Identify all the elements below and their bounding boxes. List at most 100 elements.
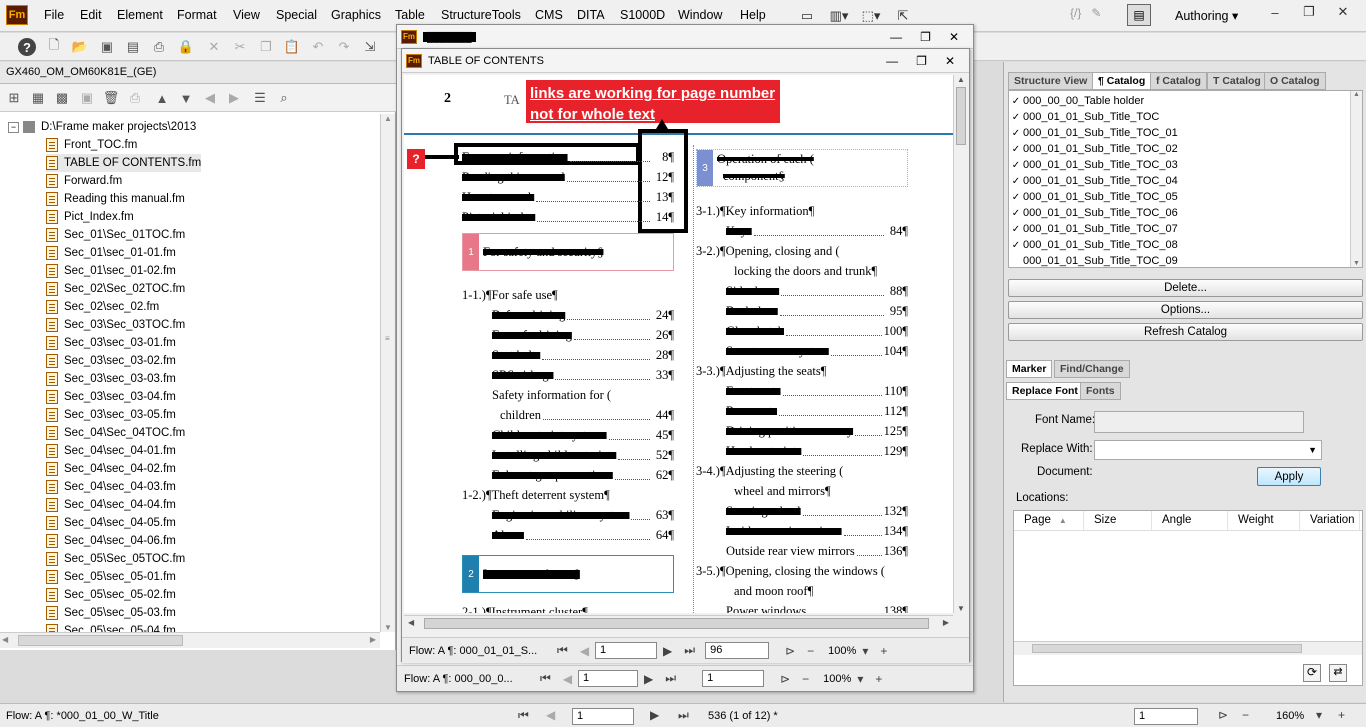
toc-entry-text[interactable]: Safety information for (: [462, 388, 611, 403]
move-left-icon[interactable]: ◀: [201, 89, 219, 107]
toc-page-link[interactable]: 138¶: [884, 604, 908, 613]
toc-entry[interactable]: and moon roof¶: [696, 579, 908, 599]
zoom-fit-icon[interactable]: ⊳: [785, 644, 795, 658]
toc-entry-text[interactable]: Front seats: [696, 384, 781, 399]
close-button[interactable]: ✕: [1330, 2, 1356, 22]
toc-entry-text[interactable]: Seat belts: [462, 348, 540, 363]
toc-entry-text[interactable]: Keys: [696, 224, 752, 239]
catalog-scrollbar[interactable]: ▲ ▼: [1350, 91, 1362, 267]
column-header[interactable]: Angle: [1152, 511, 1228, 530]
status-field-2[interactable]: 1: [1134, 708, 1198, 725]
font-name-field[interactable]: [1094, 411, 1304, 433]
toc-entry-text[interactable]: and moon roof¶: [696, 584, 813, 599]
list-icon[interactable]: ☰: [251, 89, 269, 107]
zoom-in-icon[interactable]: +: [880, 644, 887, 658]
catalog-item[interactable]: ✓ 000_01_01_Sub_Title_TOC: [1009, 109, 1362, 125]
toc-entry-text[interactable]: locking the doors and trunk¶: [696, 264, 877, 279]
save-as-icon[interactable]: ▤: [124, 38, 142, 56]
section-1-box[interactable]: 1 For safety and security§: [462, 233, 674, 271]
toc-entry[interactable]: Front seats 110¶: [696, 379, 908, 399]
toc-entry[interactable]: Exhaust gas precautions 62¶: [462, 463, 674, 483]
toc-entry-text[interactable]: 1-2.)¶Theft deterrent system¶: [462, 488, 610, 503]
tab-t-catalog[interactable]: T Catalog: [1207, 72, 1267, 90]
menu-element[interactable]: Element: [117, 8, 163, 22]
toc-entry[interactable]: Side doors 88¶: [696, 279, 908, 299]
toc-entry-text[interactable]: SRS airbags: [462, 368, 553, 383]
toc-entry[interactable]: 1-2.)¶Theft deterrent system¶: [462, 483, 674, 503]
move-down-icon[interactable]: ▼: [177, 89, 195, 107]
toc-entry[interactable]: 3-3.)¶Adjusting the seats¶: [696, 359, 908, 379]
tree-file-item[interactable]: Sec_04\Sec_04TOC.fm: [46, 424, 185, 442]
toc-entry-text[interactable]: Rear seats: [696, 404, 777, 419]
column-header[interactable]: Page ▲: [1014, 511, 1084, 530]
toc-entry[interactable]: wheel and mirrors¶: [696, 479, 908, 499]
save-icon[interactable]: ▣: [98, 38, 116, 56]
toc-entry[interactable]: 3-2.)¶Opening, closing and (: [696, 239, 908, 259]
toc-entry[interactable]: Keys 84¶: [696, 219, 908, 239]
menu-file[interactable]: File: [44, 8, 64, 22]
menu-structuretools[interactable]: StructureTools: [441, 8, 521, 22]
toc-page-link[interactable]: 13¶: [652, 190, 674, 205]
doc-restore-button[interactable]: ❐: [916, 54, 927, 68]
tree-root[interactable]: − D:\Frame maker projects\2013: [8, 118, 196, 136]
menu-s1000d[interactable]: S1000D: [620, 8, 665, 22]
toc-entry-text[interactable]: 3-1.)¶Key information¶: [696, 204, 814, 219]
catalog-item[interactable]: ✓ 000_00_00_Table holder: [1009, 93, 1362, 109]
toc-entry-text[interactable]: Power windows: [696, 604, 806, 613]
toc-page-link[interactable]: 52¶: [652, 448, 674, 463]
zoom-dropdown-icon[interactable]: ▾: [862, 644, 868, 658]
tree-file-item[interactable]: Sec_02\sec_02.fm: [46, 298, 159, 316]
toc-entry-text[interactable]: wheel and mirrors¶: [696, 484, 831, 499]
redo-icon[interactable]: ↷: [335, 38, 353, 56]
tree-file-item[interactable]: Sec_03\sec_03-03.fm: [46, 370, 176, 388]
last-page-icon[interactable]: ⏭: [684, 643, 695, 658]
restore-button[interactable]: ❐: [1296, 2, 1322, 22]
toc-entry[interactable]: 3-1.)¶Key information¶: [696, 199, 908, 219]
replace-icon[interactable]: ⇄: [1329, 664, 1347, 682]
tree-file-item[interactable]: Sec_02\Sec_02TOC.fm: [46, 280, 185, 298]
zoom-out-icon[interactable]: −: [802, 672, 809, 686]
toc-entry[interactable]: Engine immobilizer system 63¶: [462, 503, 674, 523]
tree-file-item[interactable]: Sec_04\sec_04-04.fm: [46, 496, 176, 514]
next-page-icon[interactable]: ▶: [663, 644, 672, 658]
zoom-fit-icon[interactable]: ⊳: [1218, 708, 1228, 722]
delete-button[interactable]: Delete...: [1008, 279, 1363, 297]
doc-hscrollbar[interactable]: ◀ ▶: [404, 615, 953, 631]
zoom-out-icon[interactable]: −: [1242, 708, 1249, 722]
toc-entry-text[interactable]: Before driving: [462, 308, 565, 323]
doc-vscrollbar[interactable]: ▲ ▼: [953, 75, 968, 613]
toc-entry[interactable]: Before driving 24¶: [462, 303, 674, 323]
tree-file-item[interactable]: Sec_05\sec_05-01.fm: [46, 568, 176, 586]
tab-find-change[interactable]: Find/Change: [1054, 360, 1130, 378]
toc-entry[interactable]: Back door 95¶: [696, 299, 908, 319]
toc-entry-text[interactable]: 1-1.)¶For safe use¶: [462, 288, 558, 303]
toc-entry-text[interactable]: Child restraint systems: [462, 428, 607, 443]
tree-file-item[interactable]: Sec_03\Sec_03TOC.fm: [46, 316, 185, 334]
minimize-button[interactable]: –: [1262, 2, 1288, 22]
toc-entry-text[interactable]: For your information: [462, 150, 568, 165]
toc-entry[interactable]: Glass hatch 100¶: [696, 319, 908, 339]
tree-file-item[interactable]: Sec_04\sec_04-03.fm: [46, 478, 176, 496]
refresh-catalog-button[interactable]: Refresh Catalog: [1008, 323, 1363, 341]
doc-zoom[interactable]: 100%: [828, 645, 856, 657]
tree-file-item[interactable]: Sec_01\sec_01-01.fm: [46, 244, 176, 262]
toc-page-link[interactable]: 100¶: [884, 324, 908, 339]
catalog-item[interactable]: ✓ 000_01_01_Sub_Title_TOC_02: [1009, 141, 1362, 157]
toc-entry[interactable]: Power windows 138¶: [696, 599, 908, 613]
menu-window[interactable]: Window: [678, 8, 722, 22]
last-page-icon[interactable]: ⏭: [678, 708, 689, 723]
toc-page-link[interactable]: 12¶: [652, 170, 674, 185]
toc-entry-text[interactable]: Driving position memory: [696, 424, 853, 439]
zoom-dropdown-icon[interactable]: ▾: [857, 672, 863, 686]
toc-entry[interactable]: Head restraints 129¶: [696, 439, 908, 459]
toc-entry[interactable]: 3-5.)¶Opening, closing the windows (: [696, 559, 908, 579]
toc-page-link[interactable]: 136¶: [884, 544, 908, 559]
tree-file-item[interactable]: Sec_04\sec_04-06.fm: [46, 532, 176, 550]
workspace-switcher[interactable]: Authoring ▾: [1175, 8, 1238, 23]
tree-file-item[interactable]: Pict_Index.fm: [46, 208, 134, 226]
toc-entry[interactable]: Outside rear view mirrors 136¶: [696, 539, 908, 559]
paste-icon[interactable]: 📋: [283, 38, 301, 56]
tree-file-item[interactable]: Sec_03\sec_03-04.fm: [46, 388, 176, 406]
catalog-item[interactable]: ✓ 000_01_01_Sub_Title_TOC_04: [1009, 173, 1362, 189]
doc-page-field[interactable]: 1: [595, 642, 658, 659]
